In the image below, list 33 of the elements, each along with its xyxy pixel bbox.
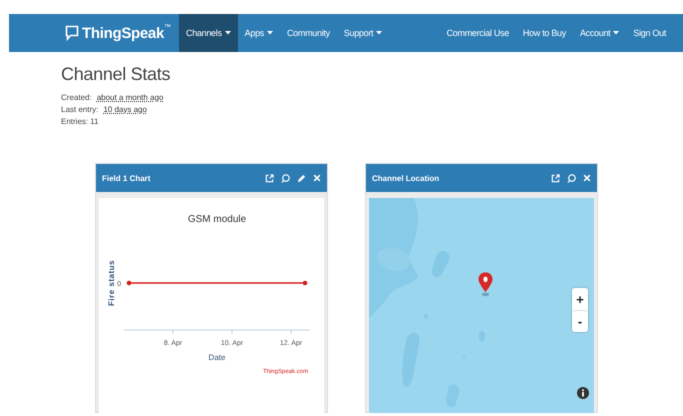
external-link-icon[interactable]	[265, 174, 274, 182]
nav-item[interactable]: Commercial Use	[440, 14, 516, 52]
axis-title: Fire status	[107, 260, 116, 306]
stat-label: Created:	[61, 92, 92, 104]
axis-title: Date	[208, 353, 226, 362]
stat-value: 11	[90, 116, 98, 128]
zoom-in-button[interactable]: +	[572, 288, 588, 310]
close-icon[interactable]	[583, 174, 591, 182]
close-icon[interactable]	[313, 174, 321, 182]
nav-item[interactable]: Apps	[238, 14, 280, 52]
chart-title: GSM module	[188, 214, 246, 225]
nav-item[interactable]: Community	[280, 14, 337, 52]
nav-item[interactable]: Support	[336, 14, 390, 52]
page-title: Channel Stats	[61, 64, 172, 85]
zoom-out-button[interactable]: -	[572, 310, 588, 332]
stat-link[interactable]: about a month ago	[96, 92, 164, 104]
stat-label: Last entry:	[61, 104, 98, 116]
comment-icon[interactable]	[281, 174, 290, 182]
widget-title: Field 1 Chart	[102, 174, 150, 182]
nav-item[interactable]: How to Buy	[516, 14, 573, 52]
nav-item[interactable]: Channels	[179, 14, 238, 52]
pencil-icon[interactable]	[297, 174, 306, 182]
nav-item[interactable]: Account	[572, 14, 626, 52]
external-link-icon[interactable]	[551, 174, 560, 182]
stat-link[interactable]: 10 days ago	[103, 104, 147, 116]
info-icon[interactable]	[577, 387, 589, 399]
nav-item[interactable]: Sign Out	[626, 14, 673, 52]
stat-label: Entries:	[61, 116, 88, 128]
widget-title: Channel Location	[372, 174, 440, 182]
map-marker-icon[interactable]	[478, 272, 493, 297]
speech-bubble-icon	[65, 25, 79, 41]
logo-text: ThingSpeak	[82, 24, 164, 42]
comment-icon[interactable]	[567, 174, 576, 182]
